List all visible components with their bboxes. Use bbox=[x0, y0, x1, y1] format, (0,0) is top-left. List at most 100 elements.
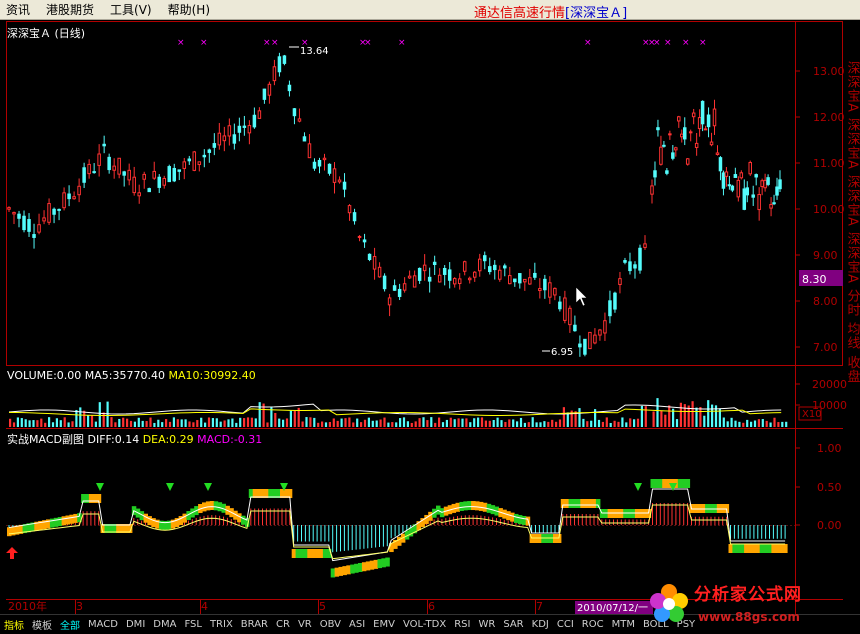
side-strip-text: 深深宝A 深深宝A 深深宝A 深深宝A 分时 均线 收盘 bbox=[845, 61, 860, 383]
volume-bar bbox=[367, 417, 370, 427]
tab-dmi[interactable]: DMI bbox=[122, 619, 149, 630]
volume-bar bbox=[543, 421, 546, 427]
menu-item-help[interactable]: 帮助(H) bbox=[162, 1, 220, 18]
tab-asi[interactable]: ASI bbox=[345, 619, 369, 630]
menu-item-hk-futures[interactable]: 港股期货 bbox=[40, 1, 104, 18]
tab-trix[interactable]: TRIX bbox=[206, 619, 237, 630]
volume-bar bbox=[578, 408, 581, 427]
tab-dma[interactable]: DMA bbox=[149, 619, 180, 630]
macd-block bbox=[369, 560, 375, 570]
tab--[interactable]: 模板 bbox=[28, 617, 56, 632]
tab-kdj[interactable]: KDJ bbox=[528, 619, 553, 630]
candle-body bbox=[272, 66, 277, 82]
marker-x-icon: × bbox=[682, 38, 690, 48]
volume-bar bbox=[379, 419, 382, 427]
candle-body bbox=[357, 235, 362, 238]
volume-bar bbox=[274, 412, 277, 427]
marker-x-icon: × bbox=[664, 38, 672, 48]
tab-cci[interactable]: CCI bbox=[553, 619, 578, 630]
candle-body bbox=[237, 125, 242, 133]
tab-sar[interactable]: SAR bbox=[499, 619, 527, 630]
macd-block bbox=[783, 544, 788, 553]
tab-cr[interactable]: CR bbox=[272, 619, 294, 630]
volume-bar bbox=[750, 421, 753, 427]
volume-bar bbox=[129, 420, 133, 427]
flower-logo-icon bbox=[650, 584, 688, 622]
candle-body bbox=[493, 264, 497, 271]
volume-bar bbox=[114, 422, 117, 427]
candle-body bbox=[659, 146, 663, 165]
volume-bar bbox=[16, 417, 19, 427]
volume-bar bbox=[703, 415, 706, 427]
volume-bar bbox=[711, 404, 714, 427]
volume-bar bbox=[664, 414, 667, 427]
macd-block bbox=[338, 566, 343, 576]
volume-bar bbox=[133, 421, 136, 427]
tab-obv[interactable]: OBV bbox=[316, 619, 345, 630]
macd-block bbox=[88, 494, 94, 503]
macd-block bbox=[740, 544, 745, 553]
low-label: 6.95 bbox=[551, 347, 573, 358]
candle-body bbox=[377, 266, 382, 278]
macd-block bbox=[322, 549, 328, 558]
candle-body bbox=[688, 131, 693, 134]
volume-bar bbox=[566, 412, 569, 427]
candle-body bbox=[706, 114, 711, 128]
tab-macd[interactable]: MACD bbox=[84, 619, 122, 630]
macd-block bbox=[354, 563, 359, 573]
volume-bar bbox=[629, 418, 632, 427]
candle-body bbox=[157, 176, 161, 188]
candle-body bbox=[392, 285, 397, 291]
candlesticks bbox=[7, 52, 782, 357]
candle-body bbox=[117, 157, 121, 175]
macd-block bbox=[744, 544, 749, 553]
tab--[interactable]: 全部 bbox=[56, 617, 84, 632]
volume-bar bbox=[215, 418, 218, 427]
volume-bar bbox=[477, 417, 480, 427]
stock-chart[interactable]: 13.0012.0011.0010.009.008.007.00 × × × × × ××… bbox=[0, 21, 860, 614]
candle-body bbox=[593, 334, 597, 344]
tab-fsl[interactable]: FSL bbox=[180, 619, 206, 630]
volume-bar bbox=[773, 417, 776, 427]
tab--[interactable]: 指标 bbox=[0, 617, 28, 632]
time-axis: 2010年 3 4 5 6 7 2010/07/12/一 bbox=[8, 599, 653, 614]
candle-body bbox=[467, 277, 472, 281]
month-label: 4 bbox=[201, 600, 208, 613]
candle-body bbox=[477, 258, 482, 272]
macd-block bbox=[763, 544, 769, 553]
volume-bar bbox=[157, 419, 160, 427]
tab-roc[interactable]: ROC bbox=[578, 619, 608, 630]
volume-bar bbox=[231, 418, 234, 427]
macd-block bbox=[361, 562, 367, 572]
volume-bar bbox=[395, 422, 398, 427]
price-tick-label: 13.00 bbox=[813, 65, 845, 78]
candle-body bbox=[697, 117, 702, 130]
menu-item-tools[interactable]: 工具(V) bbox=[104, 1, 162, 18]
volume-bar bbox=[601, 421, 604, 427]
candle-body bbox=[488, 266, 492, 273]
macd-block bbox=[732, 544, 737, 553]
volume-bar bbox=[625, 422, 628, 427]
tab-rsi[interactable]: RSI bbox=[450, 619, 474, 630]
macd-block bbox=[779, 544, 784, 553]
macd-block bbox=[342, 566, 347, 576]
candle-body bbox=[757, 194, 761, 211]
tab-vol-tdx[interactable]: VOL-TDX bbox=[399, 619, 450, 630]
tab-mtm[interactable]: MTM bbox=[608, 619, 639, 630]
marker-x-icon: × bbox=[584, 38, 592, 48]
tab-brar[interactable]: BRAR bbox=[237, 619, 272, 630]
tab-emv[interactable]: EMV bbox=[369, 619, 399, 630]
stock-name: 深深宝Ａ bbox=[7, 27, 51, 40]
tab-wr[interactable]: WR bbox=[474, 619, 499, 630]
macd-block bbox=[514, 513, 519, 523]
macd-block bbox=[385, 557, 390, 567]
candle-body bbox=[407, 275, 412, 279]
chart-area[interactable]: 13.00 12.00 11.00 10.00 9.00 8.00 7.00 × × × × × × ×… bbox=[0, 21, 860, 614]
volume-bar bbox=[531, 417, 534, 427]
candle-body bbox=[677, 116, 681, 122]
tab-vr[interactable]: VR bbox=[294, 619, 316, 630]
volume-bar bbox=[387, 422, 390, 427]
candle-body bbox=[700, 100, 705, 125]
candle-body bbox=[182, 161, 187, 169]
menu-item-news[interactable]: 资讯 bbox=[0, 1, 40, 18]
